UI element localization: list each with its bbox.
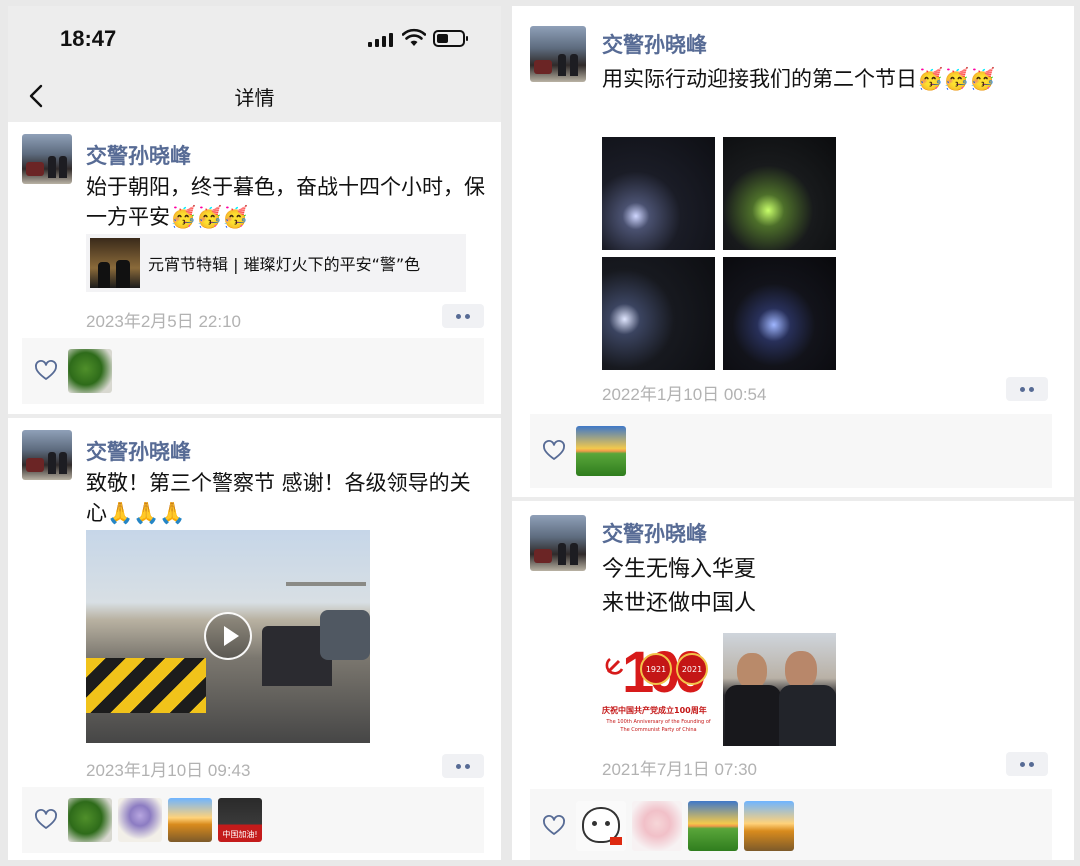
more-dots-icon[interactable] — [1006, 752, 1048, 776]
more-dots-icon[interactable] — [442, 754, 484, 778]
liker-avatar[interactable] — [576, 426, 626, 476]
moments-detail-panel-right: 交警孙晓峰 用实际行动迎接我们的第二个节日🥳🥳🥳 2022年1月10日 00:5… — [512, 6, 1074, 860]
more-dots-icon[interactable] — [442, 304, 484, 328]
post-timestamp: 2023年1月10日 09:43 — [86, 761, 251, 780]
author-name[interactable]: 交警孙晓峰 — [86, 436, 191, 466]
post-text-line-1: 今生无悔入华夏 — [602, 557, 757, 582]
liker-avatar[interactable] — [744, 801, 794, 851]
avatar[interactable] — [22, 430, 72, 480]
post-divider — [8, 414, 501, 418]
page-title: 详情 — [234, 86, 275, 110]
liker-avatar[interactable] — [68, 798, 112, 842]
moment-post: 交警孙晓峰 始于朝阳，终于暮色，奋战十四个小时，保一方平安🥳🥳🥳 元宵节特辑 |… — [8, 134, 501, 417]
battery-icon — [433, 30, 468, 47]
avatar[interactable] — [530, 515, 586, 571]
liker-avatar[interactable] — [168, 798, 212, 842]
photo-thumbnail[interactable] — [723, 257, 836, 370]
author-name[interactable]: 交警孙晓峰 — [602, 29, 707, 59]
signal-icon — [368, 33, 393, 47]
status-time: 18:47 — [60, 26, 117, 51]
avatar[interactable] — [530, 26, 586, 82]
article-thumbnail — [90, 238, 140, 288]
post-text-line-2: 来世还做中国人 — [602, 591, 757, 616]
post-divider — [512, 497, 1074, 501]
moment-post: 交警孙晓峰 致敬！第三个警察节 感谢！各级领导的关心🙏🙏🙏 2023年1月10日… — [8, 430, 501, 860]
screenshot-collage: 18:47 详情 交警孙晓峰 始于朝阳，终于暮色，奋战十四个小时，保一方平安🥳🥳… — [0, 0, 1080, 866]
photo-thumbnail[interactable] — [723, 137, 836, 250]
article-title: 元宵节特辑 | 璀璨灯火下的平安“警”色 — [148, 255, 421, 274]
liker-avatar[interactable] — [118, 798, 162, 842]
post-text: 用实际行动迎接我们的第二个节日🥳🥳🥳 — [602, 67, 996, 91]
post-timestamp: 2021年7月1日 07:30 — [602, 760, 757, 779]
photo-thumbnail[interactable] — [602, 257, 715, 370]
heart-outline-icon[interactable] — [542, 814, 566, 838]
party-anniversary-poster[interactable]: 100 1921 2021 庆祝中国共产党成立100周年 The 100th A… — [602, 633, 715, 746]
moment-post: 交警孙晓峰 用实际行动迎接我们的第二个节日🥳🥳🥳 2022年1月10日 00:5… — [512, 26, 1074, 496]
avatar[interactable] — [22, 134, 72, 184]
post-text: 致敬！第三个警察节 感谢！各级领导的关心🙏🙏🙏 — [86, 471, 471, 525]
post-timestamp: 2022年1月10日 00:54 — [602, 385, 767, 404]
likes-bar — [22, 338, 484, 404]
post-text: 始于朝阳，终于暮色，奋战十四个小时，保一方平安🥳🥳🥳 — [86, 175, 485, 229]
photo-thumbnail[interactable] — [602, 137, 715, 250]
poster-caption-cn: 庆祝中国共产党成立100周年 — [602, 706, 707, 715]
likes-bar — [530, 414, 1052, 488]
liker-avatar[interactable] — [632, 801, 682, 851]
likes-bar — [530, 789, 1052, 860]
more-dots-icon[interactable] — [1006, 377, 1048, 401]
liker-avatar[interactable] — [576, 801, 626, 851]
heart-outline-icon[interactable] — [542, 439, 566, 463]
author-name[interactable]: 交警孙晓峰 — [602, 518, 707, 548]
poster-year-right: 2021 — [676, 653, 708, 685]
poster-caption-en-1: The 100th Anniversary of the Founding of — [606, 719, 711, 725]
liker-avatar[interactable] — [68, 349, 112, 393]
shared-article-card[interactable]: 元宵节特辑 | 璀璨灯火下的平安“警”色 — [86, 234, 466, 292]
video-thumbnail[interactable] — [86, 530, 370, 743]
liker-sticker-text: 中国加油! — [222, 830, 258, 839]
post-timestamp: 2023年2月5日 22:10 — [86, 312, 241, 331]
moments-detail-panel-left: 18:47 详情 交警孙晓峰 始于朝阳，终于暮色，奋战十四个小时，保一方平安🥳🥳… — [8, 6, 501, 860]
liker-avatar[interactable] — [688, 801, 738, 851]
photo-thumbnail[interactable] — [723, 633, 836, 746]
likes-bar: 中国加油! — [22, 787, 484, 853]
poster-year-left: 1921 — [640, 653, 672, 685]
top-bar: 18:47 详情 — [8, 6, 501, 122]
author-name[interactable]: 交警孙晓峰 — [86, 140, 191, 170]
poster-caption-en-2: The Communist Party of China — [620, 727, 697, 733]
heart-outline-icon[interactable] — [34, 359, 58, 383]
wifi-icon — [402, 28, 426, 46]
heart-outline-icon[interactable] — [34, 808, 58, 832]
play-icon[interactable] — [204, 612, 252, 660]
moment-post: 交警孙晓峰 今生无悔入华夏 来世还做中国人 100 1921 2021 庆祝中国… — [512, 515, 1074, 860]
liker-avatar[interactable]: 中国加油! — [218, 798, 262, 842]
